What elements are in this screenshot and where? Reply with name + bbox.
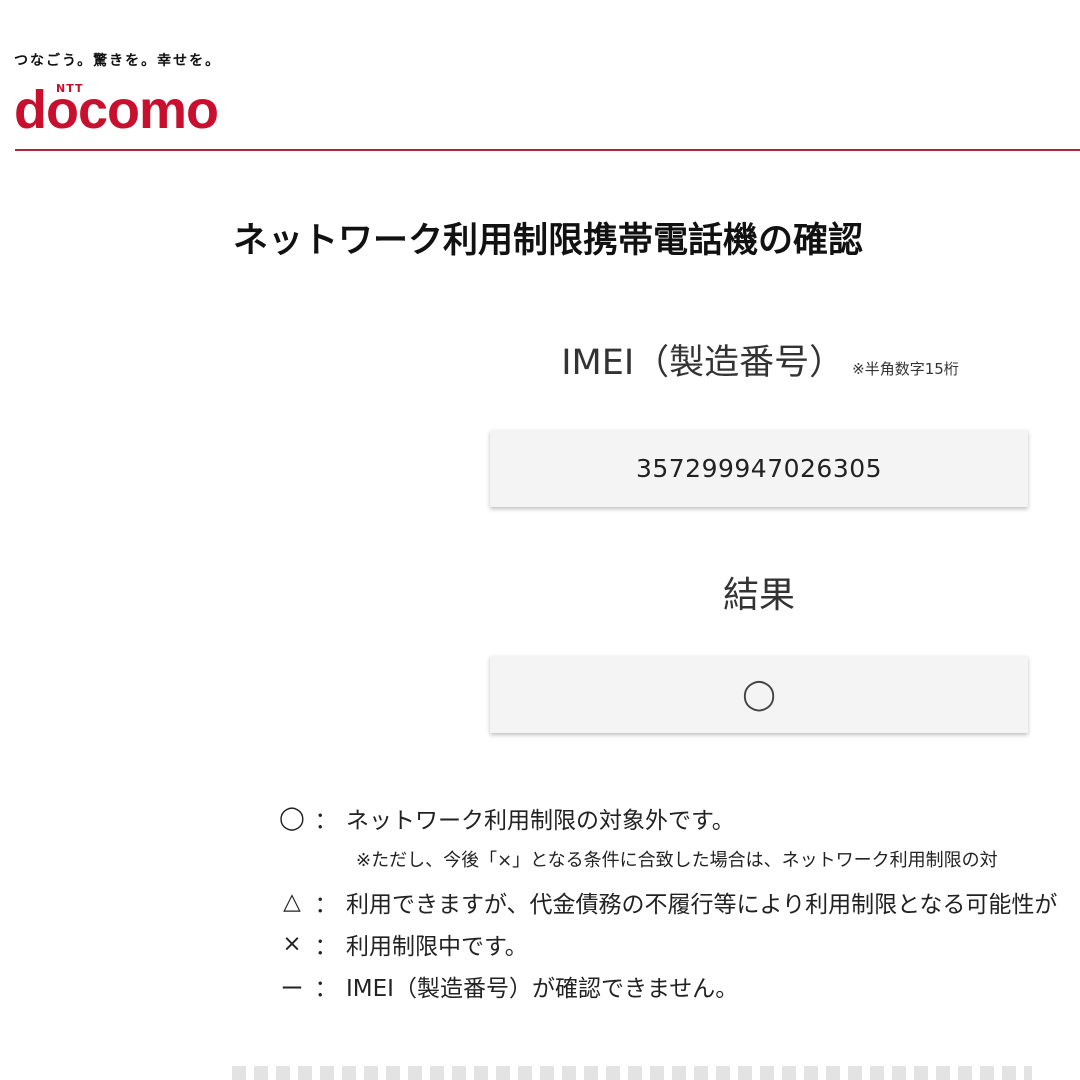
- site-header: つなごう。驚きを。幸せを。 docomo NTT: [0, 0, 1080, 152]
- cross-icon: ×: [282, 931, 302, 957]
- docomo-logo[interactable]: docomo NTT: [14, 80, 254, 140]
- legend-text: 利用制限中です。: [346, 934, 528, 960]
- legend-text: 利用できますが、代金債務の不履行等により利用制限となる可能性が: [346, 892, 1058, 918]
- cut-off-footer-text: [232, 1066, 1080, 1080]
- result-circle-icon: ◯: [742, 677, 776, 712]
- imei-label-row: IMEI（製造番号） ※半角数字15桁: [490, 334, 1030, 385]
- imei-label: IMEI（製造番号）: [561, 343, 845, 383]
- legend-colon: ：: [314, 934, 338, 960]
- circle-icon: ◯: [279, 805, 305, 831]
- result-value-box: ◯: [490, 656, 1028, 733]
- logo-ntt-mark: NTT: [56, 82, 84, 95]
- legend-colon: ：: [314, 976, 338, 1002]
- legend-text: IMEI（製造番号）が確認できません。: [346, 976, 739, 1002]
- legend-colon: ：: [314, 892, 338, 918]
- legend-item-unconfirmed: ー ： IMEI（製造番号）が確認できません。: [278, 966, 739, 1006]
- imei-format-note: ※半角数字15桁: [852, 360, 959, 378]
- imei-value: 357299947026305: [635, 454, 883, 483]
- page: つなごう。驚きを。幸せを。 docomo NTT ネットワーク利用制限携帯電話機…: [0, 0, 1080, 1080]
- imei-value-box: 357299947026305: [490, 430, 1028, 507]
- legend-item-restricted: × ： 利用制限中です。: [278, 924, 528, 964]
- page-title: ネットワーク利用制限携帯電話機の確認: [232, 221, 863, 261]
- brand-tagline: つなごう。驚きを。幸せを。: [14, 53, 222, 69]
- legend-colon: ：: [314, 808, 338, 834]
- header-divider: [15, 149, 1080, 151]
- legend-note: ※ただし、今後「×」となる条件に合致した場合は、ネットワーク利用制限の対: [356, 850, 998, 871]
- legend-item-may-be-restricted: △ ： 利用できますが、代金債務の不履行等により利用制限となる可能性が: [278, 882, 1057, 922]
- dash-icon: ー: [280, 976, 304, 1002]
- result-label: 結果: [722, 575, 795, 616]
- triangle-icon: △: [283, 889, 301, 915]
- legend-text: ネットワーク利用制限の対象外です。: [346, 808, 735, 834]
- legend-item-not-restricted: ◯ ： ネットワーク利用制限の対象外です。: [278, 798, 735, 838]
- logo-wordmark: docomo: [14, 80, 219, 140]
